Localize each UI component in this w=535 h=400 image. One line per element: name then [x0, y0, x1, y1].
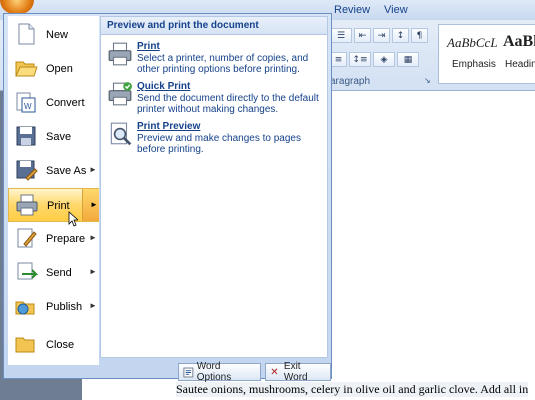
command-label: Save — [46, 131, 72, 143]
convert-command[interactable]: W Convert — [8, 86, 99, 120]
style-name: Emphasis — [452, 59, 496, 70]
print-command[interactable]: Print ► — [8, 188, 99, 222]
style-emphasis[interactable]: AaBbCcL Emphasis — [439, 25, 499, 83]
paragraph-group-label: aragraph — [330, 76, 371, 87]
mouse-cursor-icon — [68, 211, 78, 227]
print-preview-option[interactable]: Print Preview Preview and make changes t… — [105, 121, 325, 159]
send-command[interactable]: Send ► — [8, 256, 99, 290]
submenu-title: Preview and print the document — [101, 17, 327, 35]
word-options-label: Word Options — [196, 361, 232, 383]
print-submenu: Preview and print the document Print Sel… — [100, 16, 328, 358]
close-icon: ✕ — [270, 366, 279, 378]
line-spacing-button[interactable]: ↕≡ — [349, 52, 371, 67]
dialog-launcher-icon[interactable]: ↘ — [424, 76, 433, 85]
open-folder-icon — [15, 61, 38, 77]
command-list: New Open W Convert Save Save As ► Print … — [8, 16, 99, 365]
option-description: Select a printer, number of copies, and … — [137, 53, 309, 75]
quick-styles-gallery: AaBbCcL Emphasis AaBl Heading — [438, 24, 535, 84]
option-name: Print — [137, 41, 160, 52]
office-menu: New Open W Convert Save Save As ► Print … — [3, 13, 332, 383]
convert-icon: W — [16, 92, 36, 113]
submenu-arrow-icon: ► — [90, 200, 98, 209]
command-label: Close — [46, 339, 75, 351]
submenu-arrow-icon: ► — [89, 233, 97, 242]
publish-command[interactable]: Publish ► — [8, 290, 99, 324]
option-name: Print Preview — [137, 121, 201, 132]
new-document-icon — [18, 23, 35, 45]
command-label: Save As — [46, 165, 87, 177]
option-description: Preview and make changes to pages before… — [137, 133, 301, 155]
publish-icon — [15, 301, 35, 315]
prepare-icon — [17, 228, 37, 248]
submenu-arrow-icon: ► — [89, 301, 97, 310]
tab-view[interactable]: View — [384, 4, 408, 16]
submenu-arrow-icon: ► — [89, 165, 97, 174]
close-command[interactable]: Close — [8, 328, 99, 362]
command-label: Convert — [46, 97, 85, 109]
shading-button[interactable]: ◈ — [373, 52, 395, 67]
menu-footer: Word Options ✕ Exit Word — [178, 361, 331, 383]
command-label: Publish — [46, 301, 83, 313]
quick-print-option[interactable]: Quick Print Send the document directly t… — [105, 81, 325, 119]
print-option[interactable]: Print Select a printer, number of copies… — [105, 41, 325, 79]
command-label: Print — [47, 200, 70, 212]
word-options-button[interactable]: Word Options — [178, 361, 262, 383]
style-preview: AaBbCcL — [447, 35, 498, 50]
command-label: Open — [46, 63, 73, 75]
new-command[interactable]: New — [8, 18, 99, 52]
multilevel-list-button[interactable]: ☰ — [330, 28, 352, 43]
command-label: Prepare — [46, 233, 86, 245]
word-options-icon — [183, 367, 194, 377]
option-name: Quick Print — [137, 81, 191, 92]
option-description: Send the document directly to the defaul… — [137, 93, 319, 115]
print-preview-icon — [110, 122, 132, 146]
style-heading[interactable]: AaBl Heading — [499, 25, 535, 83]
style-name: Heading — [505, 59, 535, 70]
justify-button[interactable]: ≡ — [330, 52, 347, 67]
quick-print-icon — [108, 82, 132, 106]
command-label: New — [46, 29, 69, 41]
style-preview: AaBl — [503, 33, 535, 50]
svg-text:W: W — [24, 102, 32, 111]
pilcrow-button[interactable]: ¶ — [411, 28, 428, 43]
borders-button[interactable]: ▦ — [397, 52, 419, 67]
save-icon — [16, 126, 36, 146]
decrease-indent-button[interactable]: ⇤ — [354, 28, 371, 43]
exit-word-button[interactable]: ✕ Exit Word — [265, 361, 331, 383]
send-icon — [17, 262, 38, 280]
exit-word-label: Exit Word — [283, 361, 308, 383]
printer-icon — [16, 194, 38, 216]
submenu-arrow-icon: ► — [89, 267, 97, 276]
sort-button[interactable]: ↕ — [392, 28, 409, 43]
save-as-icon — [16, 160, 38, 181]
close-folder-icon — [15, 337, 35, 353]
save-as-command[interactable]: Save As ► — [8, 154, 99, 188]
open-command[interactable]: Open — [8, 52, 99, 86]
printer-icon — [108, 42, 132, 66]
increase-indent-button[interactable]: ⇥ — [373, 28, 390, 43]
prepare-command[interactable]: Prepare ► — [8, 222, 99, 256]
save-command[interactable]: Save — [8, 120, 99, 154]
document-text[interactable]: Sautee onions, mushrooms, celery in oliv… — [176, 382, 529, 397]
tab-review[interactable]: Review — [334, 4, 370, 16]
command-label: Send — [46, 267, 72, 279]
